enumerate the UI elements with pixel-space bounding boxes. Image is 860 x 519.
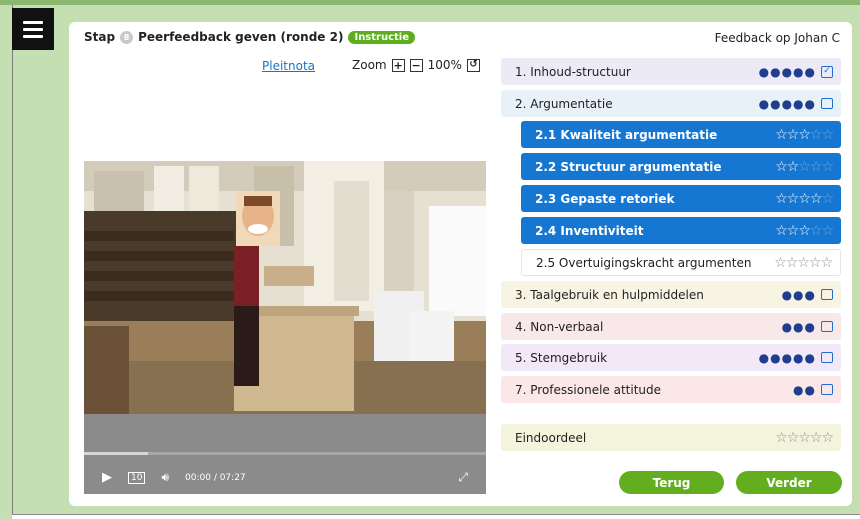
- stars-filled: ☆☆☆☆: [775, 190, 822, 207]
- criterion-stemgebruik[interactable]: 5. Stemgebruik ●●●●●: [501, 344, 841, 371]
- pleitnota-link[interactable]: Pleitnota: [262, 59, 315, 73]
- star-rating[interactable]: ☆☆☆☆☆: [775, 190, 834, 207]
- stars-filled: ☆☆☆: [775, 222, 811, 239]
- criterion-indicators: ●●: [793, 383, 833, 397]
- subcriterion-structuur-argumentatie[interactable]: 2.2 Structuur argumentatie ☆☆☆☆☆: [521, 153, 841, 180]
- video-time: 00:00 / 07:27: [185, 472, 246, 483]
- criterion-indicators: ●●●●●: [759, 97, 833, 111]
- zoom-value: 100%: [427, 58, 462, 72]
- star-rating[interactable]: ☆☆☆☆☆: [774, 255, 833, 271]
- criterion-label: 3. Taalgebruik en hulpmiddelen: [515, 287, 704, 302]
- star-rating[interactable]: ☆☆☆☆☆: [775, 222, 834, 239]
- step-number-badge: 8: [120, 30, 134, 44]
- menu-bar: [23, 20, 43, 24]
- video-progress-fill: [84, 452, 149, 455]
- video-controls: ▶ 10 🔊︎ 00:00 / 07:27 ⤢: [84, 414, 486, 494]
- step-header: Stap 8 Peerfeedback geven (ronde 2) Inst…: [84, 30, 416, 44]
- criterion-label: 2.1 Kwaliteit argumentatie: [535, 127, 718, 142]
- criterion-label: 1. Inhoud-structuur: [515, 64, 631, 79]
- criterion-label: 2.5 Overtuigingskracht argumenten: [536, 255, 752, 270]
- score-dots: ●●: [793, 382, 816, 397]
- score-dots: ●●●: [781, 319, 816, 334]
- star-rating[interactable]: ☆☆☆☆☆: [775, 126, 834, 143]
- zoom-out-button[interactable]: −: [409, 58, 423, 72]
- back-button[interactable]: Terug: [619, 471, 724, 494]
- zoom-reset-button[interactable]: ↺: [466, 58, 480, 72]
- video-frame: [84, 161, 486, 414]
- score-dots: ●●●●●: [758, 96, 816, 111]
- criterion-label: 2.4 Inventiviteit: [535, 223, 644, 238]
- criterion-inhoud-structuur[interactable]: 1. Inhoud-structuur ●●●●● ✓: [501, 58, 841, 85]
- subcriterion-gepaste-retoriek[interactable]: 2.3 Gepaste retoriek ☆☆☆☆☆: [521, 185, 841, 212]
- video-control-row: ▶ 10 🔊︎ 00:00 / 07:27: [102, 470, 246, 485]
- stars-empty: ☆☆: [809, 126, 834, 143]
- star-rating[interactable]: ☆☆☆☆☆: [775, 158, 834, 175]
- criterion-label: 2.2 Structuur argumentatie: [535, 159, 722, 174]
- criterion-label: 2.3 Gepaste retoriek: [535, 191, 675, 206]
- stars-empty: ☆: [821, 190, 834, 207]
- video-progress-bar[interactable]: [84, 452, 486, 455]
- video-player[interactable]: ▶ 10 🔊︎ 00:00 / 07:27 ⤢: [84, 161, 486, 494]
- step-title: Peerfeedback geven (ronde 2): [138, 30, 344, 44]
- menu-bar: [23, 27, 43, 31]
- criterion-label: 7. Professionele attitude: [515, 382, 662, 397]
- subcriterion-inventiviteit[interactable]: 2.4 Inventiviteit ☆☆☆☆☆: [521, 217, 841, 244]
- zoom-controls: Zoom + − 100% ↺: [352, 58, 480, 72]
- instructie-badge[interactable]: Instructie: [348, 30, 416, 44]
- comment-icon[interactable]: [821, 98, 833, 109]
- subcriterion-kwaliteit-argumentatie[interactable]: 2.1 Kwaliteit argumentatie ☆☆☆☆☆: [521, 121, 841, 148]
- eindoordeel-row[interactable]: Eindoordeel ☆☆☆☆☆: [501, 424, 841, 451]
- volume-icon[interactable]: 🔊︎: [161, 470, 169, 485]
- criterion-non-verbaal[interactable]: 4. Non-verbaal ●●●: [501, 313, 841, 340]
- zoom-in-button[interactable]: +: [391, 58, 405, 72]
- menu-bar: [23, 34, 43, 38]
- hamburger-menu-button[interactable]: [12, 8, 54, 50]
- check-icon[interactable]: ✓: [821, 65, 833, 78]
- frame-border: [12, 5, 13, 519]
- zoom-label: Zoom: [352, 58, 387, 72]
- score-dots: ●●●: [781, 287, 816, 302]
- criterion-indicators: ●●●●●: [759, 351, 833, 365]
- comment-icon[interactable]: [821, 384, 833, 395]
- subcriterion-overtuigingskracht[interactable]: 2.5 Overtuigingskracht argumenten ☆☆☆☆☆: [521, 249, 841, 276]
- top-strip: [0, 0, 860, 5]
- comment-icon[interactable]: [821, 289, 833, 300]
- score-dots: ●●●●●: [758, 64, 816, 79]
- feedback-target: Feedback op Johan C: [714, 31, 840, 45]
- stars-filled: ☆☆: [775, 158, 799, 175]
- criterion-argumentatie[interactable]: 2. Argumentatie ●●●●●: [501, 90, 841, 117]
- play-icon[interactable]: ▶: [102, 470, 112, 485]
- next-button[interactable]: Verder: [736, 471, 842, 494]
- comment-icon[interactable]: [821, 352, 833, 363]
- criterion-indicators: ●●●: [782, 288, 833, 302]
- stars-empty: ☆☆: [809, 222, 834, 239]
- criterion-label: 5. Stemgebruik: [515, 350, 608, 365]
- score-dots: ●●●●●: [758, 350, 816, 365]
- comment-icon[interactable]: [821, 321, 833, 332]
- criterion-taalgebruik[interactable]: 3. Taalgebruik en hulpmiddelen ●●●: [501, 281, 841, 308]
- replay-10-icon[interactable]: 10: [128, 471, 146, 484]
- stars-filled: ☆☆☆: [775, 126, 811, 143]
- criterion-indicators: ●●●●● ✓: [759, 65, 833, 79]
- courtroom-scene: [84, 161, 486, 414]
- frame-bottom: [12, 514, 860, 519]
- fullscreen-icon[interactable]: ⤢: [458, 470, 468, 485]
- criterion-label: 4. Non-verbaal: [515, 319, 604, 334]
- star-rating[interactable]: ☆☆☆☆☆: [775, 430, 834, 446]
- criterion-label: 2. Argumentatie: [515, 96, 613, 111]
- eindoordeel-label: Eindoordeel: [515, 430, 587, 445]
- criterion-professionele-attitude[interactable]: 7. Professionele attitude ●●: [501, 376, 841, 403]
- criterion-indicators: ●●●: [782, 320, 833, 334]
- step-label: Stap: [84, 30, 116, 44]
- stars-empty: ☆☆☆: [798, 158, 834, 175]
